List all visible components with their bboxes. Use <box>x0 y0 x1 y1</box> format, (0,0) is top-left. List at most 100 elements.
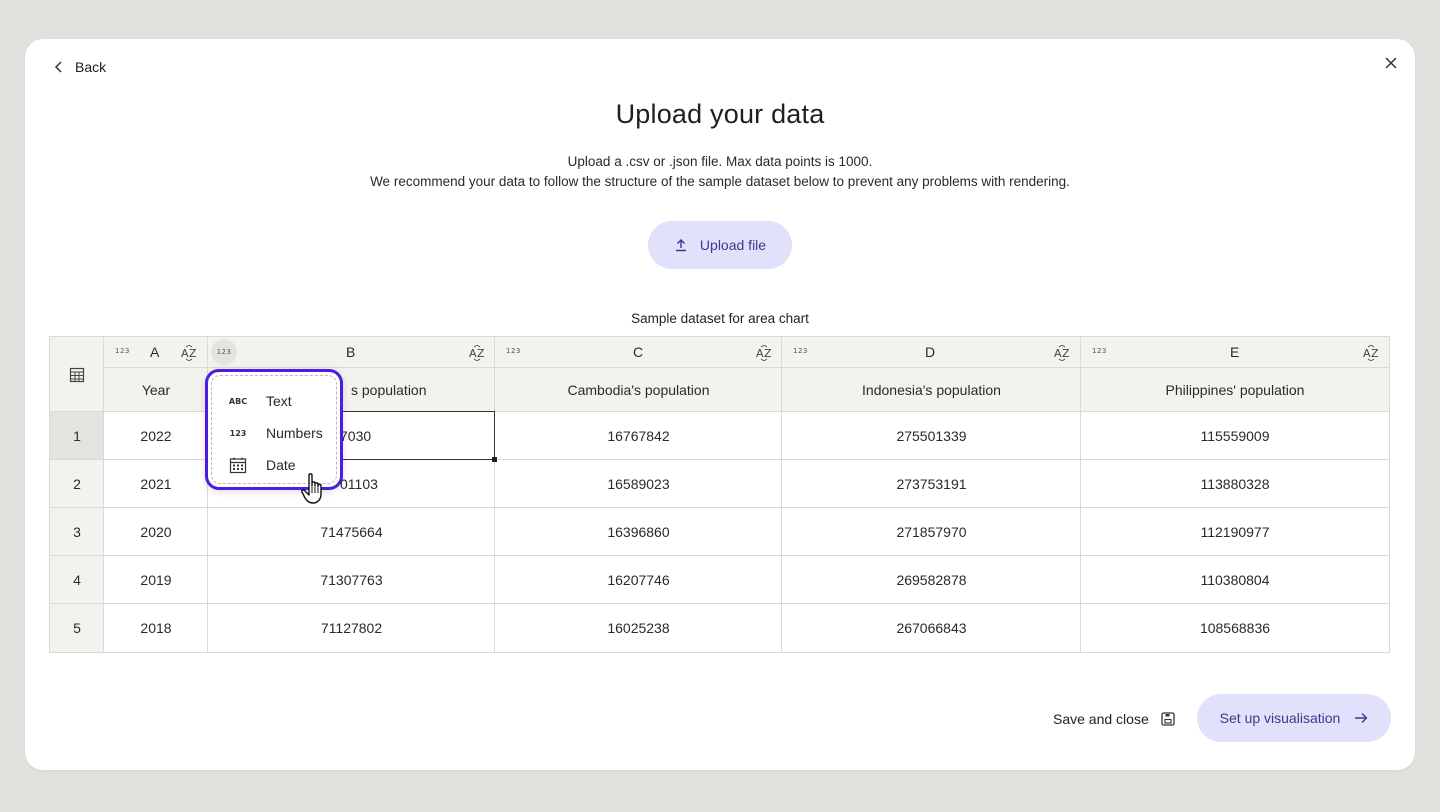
sort-az-icon[interactable]: AZ <box>1054 345 1072 361</box>
table-cell[interactable]: 273753191 <box>782 460 1081 508</box>
table-cell[interactable]: 2019 <box>104 556 208 604</box>
page-subtitle: Upload a .csv or .json file. Max data po… <box>25 152 1415 192</box>
column-letter: B <box>346 344 356 360</box>
grid-line <box>103 337 104 652</box>
svg-text:Z: Z <box>189 347 197 360</box>
save-and-close-button[interactable]: Save and close <box>1053 709 1175 729</box>
calendar-icon <box>228 456 248 474</box>
type-option-label: Text <box>266 393 292 409</box>
type-option-label: Numbers <box>266 425 323 441</box>
abc-icon: ABC <box>228 396 248 406</box>
row-index[interactable]: 2 <box>50 460 104 508</box>
column-name-cell[interactable]: Indonesia's population <box>782 368 1081 412</box>
sort-az-icon[interactable]: AZ <box>181 345 199 361</box>
close-icon <box>1385 57 1397 69</box>
type-numbers-icon[interactable]: 123 <box>793 347 808 355</box>
grid-line <box>50 555 1389 556</box>
grid-line <box>781 337 782 652</box>
set-up-visualisation-button[interactable]: Set up visualisation <box>1197 694 1391 742</box>
table-cell[interactable]: 2021 <box>104 460 208 508</box>
table-cell[interactable]: 108568836 <box>1081 604 1389 652</box>
sort-az-icon[interactable]: AZ <box>756 345 774 361</box>
table-cell[interactable]: 267066843 <box>782 604 1081 652</box>
upload-file-label: Upload file <box>699 237 767 253</box>
svg-text:Z: Z <box>1062 347 1070 360</box>
grid-line <box>1080 337 1081 652</box>
set-up-visualisation-label: Set up visualisation <box>1219 710 1341 726</box>
column-name: Philippines' population <box>1165 382 1305 398</box>
column-name: Cambodia's population <box>567 382 710 398</box>
table-cell[interactable]: 16589023 <box>495 460 782 508</box>
type-numbers-icon[interactable]: 123 <box>1092 347 1107 355</box>
table-cell[interactable]: 16767842 <box>495 412 782 460</box>
type-numbers-icon-active[interactable]: 123 <box>211 339 237 365</box>
column-name: Indonesia's population <box>862 382 1001 398</box>
svg-text:A: A <box>756 347 764 360</box>
upload-data-modal: Back Upload your data Upload a .csv or .… <box>25 39 1415 770</box>
table-cell[interactable]: 16025238 <box>495 604 782 652</box>
column-letter: C <box>633 344 644 360</box>
subtitle-line-1: Upload a .csv or .json file. Max data po… <box>567 154 873 169</box>
table-cell[interactable]: 115559009 <box>1081 412 1389 460</box>
table-cell[interactable]: 110380804 <box>1081 556 1389 604</box>
column-name: Year <box>141 382 171 398</box>
table-cell[interactable]: 269582878 <box>782 556 1081 604</box>
table-cell[interactable]: 275501339 <box>782 412 1081 460</box>
back-label: Back <box>75 59 107 75</box>
svg-text:Z: Z <box>1371 347 1379 360</box>
type-icon-text: 123 <box>216 348 232 356</box>
table-cell[interactable]: 112190977 <box>1081 508 1389 556</box>
row-index[interactable]: 3 <box>50 508 104 556</box>
type-option-date[interactable]: Date <box>228 454 296 476</box>
column-letter: D <box>925 344 936 360</box>
svg-text:Z: Z <box>764 347 772 360</box>
chevron-left-icon <box>54 61 62 73</box>
sort-az-icon[interactable]: AZ <box>1363 345 1381 361</box>
table-cell[interactable]: 2018 <box>104 604 208 652</box>
row-index[interactable]: 5 <box>50 604 104 652</box>
grid-line <box>104 367 1389 368</box>
close-button[interactable] <box>1381 53 1401 73</box>
svg-text:A: A <box>1054 347 1062 360</box>
type-option-text[interactable]: ABC Text <box>228 390 292 412</box>
hand-cursor-icon <box>301 473 322 504</box>
dataset-caption: Sample dataset for area chart <box>631 311 809 326</box>
fill-handle[interactable] <box>492 457 497 462</box>
column-name-cell[interactable]: Year <box>104 368 208 412</box>
numbers-icon: 123 <box>229 428 247 438</box>
type-option-label: Date <box>266 457 296 473</box>
table-cell[interactable]: 16207746 <box>495 556 782 604</box>
upload-icon <box>675 239 686 252</box>
upload-file-button[interactable]: Upload file <box>648 221 792 269</box>
table-cell[interactable]: 71475664 <box>208 508 495 556</box>
save-icon <box>1161 712 1175 726</box>
table-cell[interactable]: 71127802 <box>208 604 495 652</box>
type-numbers-icon[interactable]: 123 <box>115 347 130 355</box>
column-letter: A <box>150 344 160 360</box>
row-index[interactable]: 4 <box>50 556 104 604</box>
table-cell[interactable]: 113880328 <box>1081 460 1389 508</box>
type-option-numbers[interactable]: 123 Numbers <box>228 422 323 444</box>
column-name: s population <box>351 382 427 398</box>
grid-line <box>50 603 1389 604</box>
grid-line <box>494 337 495 652</box>
svg-text:A: A <box>1363 347 1371 360</box>
table-cell[interactable]: 71307763 <box>208 556 495 604</box>
table-cell[interactable]: 2020 <box>104 508 208 556</box>
page-title: Upload your data <box>615 99 825 129</box>
svg-text:A: A <box>181 347 189 360</box>
back-button[interactable]: Back <box>53 57 106 77</box>
type-numbers-icon[interactable]: 123 <box>506 347 521 355</box>
table-cell[interactable]: 16396860 <box>495 508 782 556</box>
table-corner[interactable] <box>50 337 104 412</box>
row-index[interactable]: 1 <box>50 412 104 460</box>
sort-az-icon[interactable]: AZ <box>469 345 487 361</box>
column-letter: E <box>1230 344 1240 360</box>
save-and-close-label: Save and close <box>1053 711 1149 727</box>
column-name-cell[interactable]: Philippines' population <box>1081 368 1389 412</box>
grid-line <box>50 507 1389 508</box>
column-name-cell[interactable]: Cambodia's population <box>495 368 782 412</box>
svg-text:A: A <box>469 347 477 360</box>
table-cell[interactable]: 2022 <box>104 412 208 460</box>
table-cell[interactable]: 271857970 <box>782 508 1081 556</box>
